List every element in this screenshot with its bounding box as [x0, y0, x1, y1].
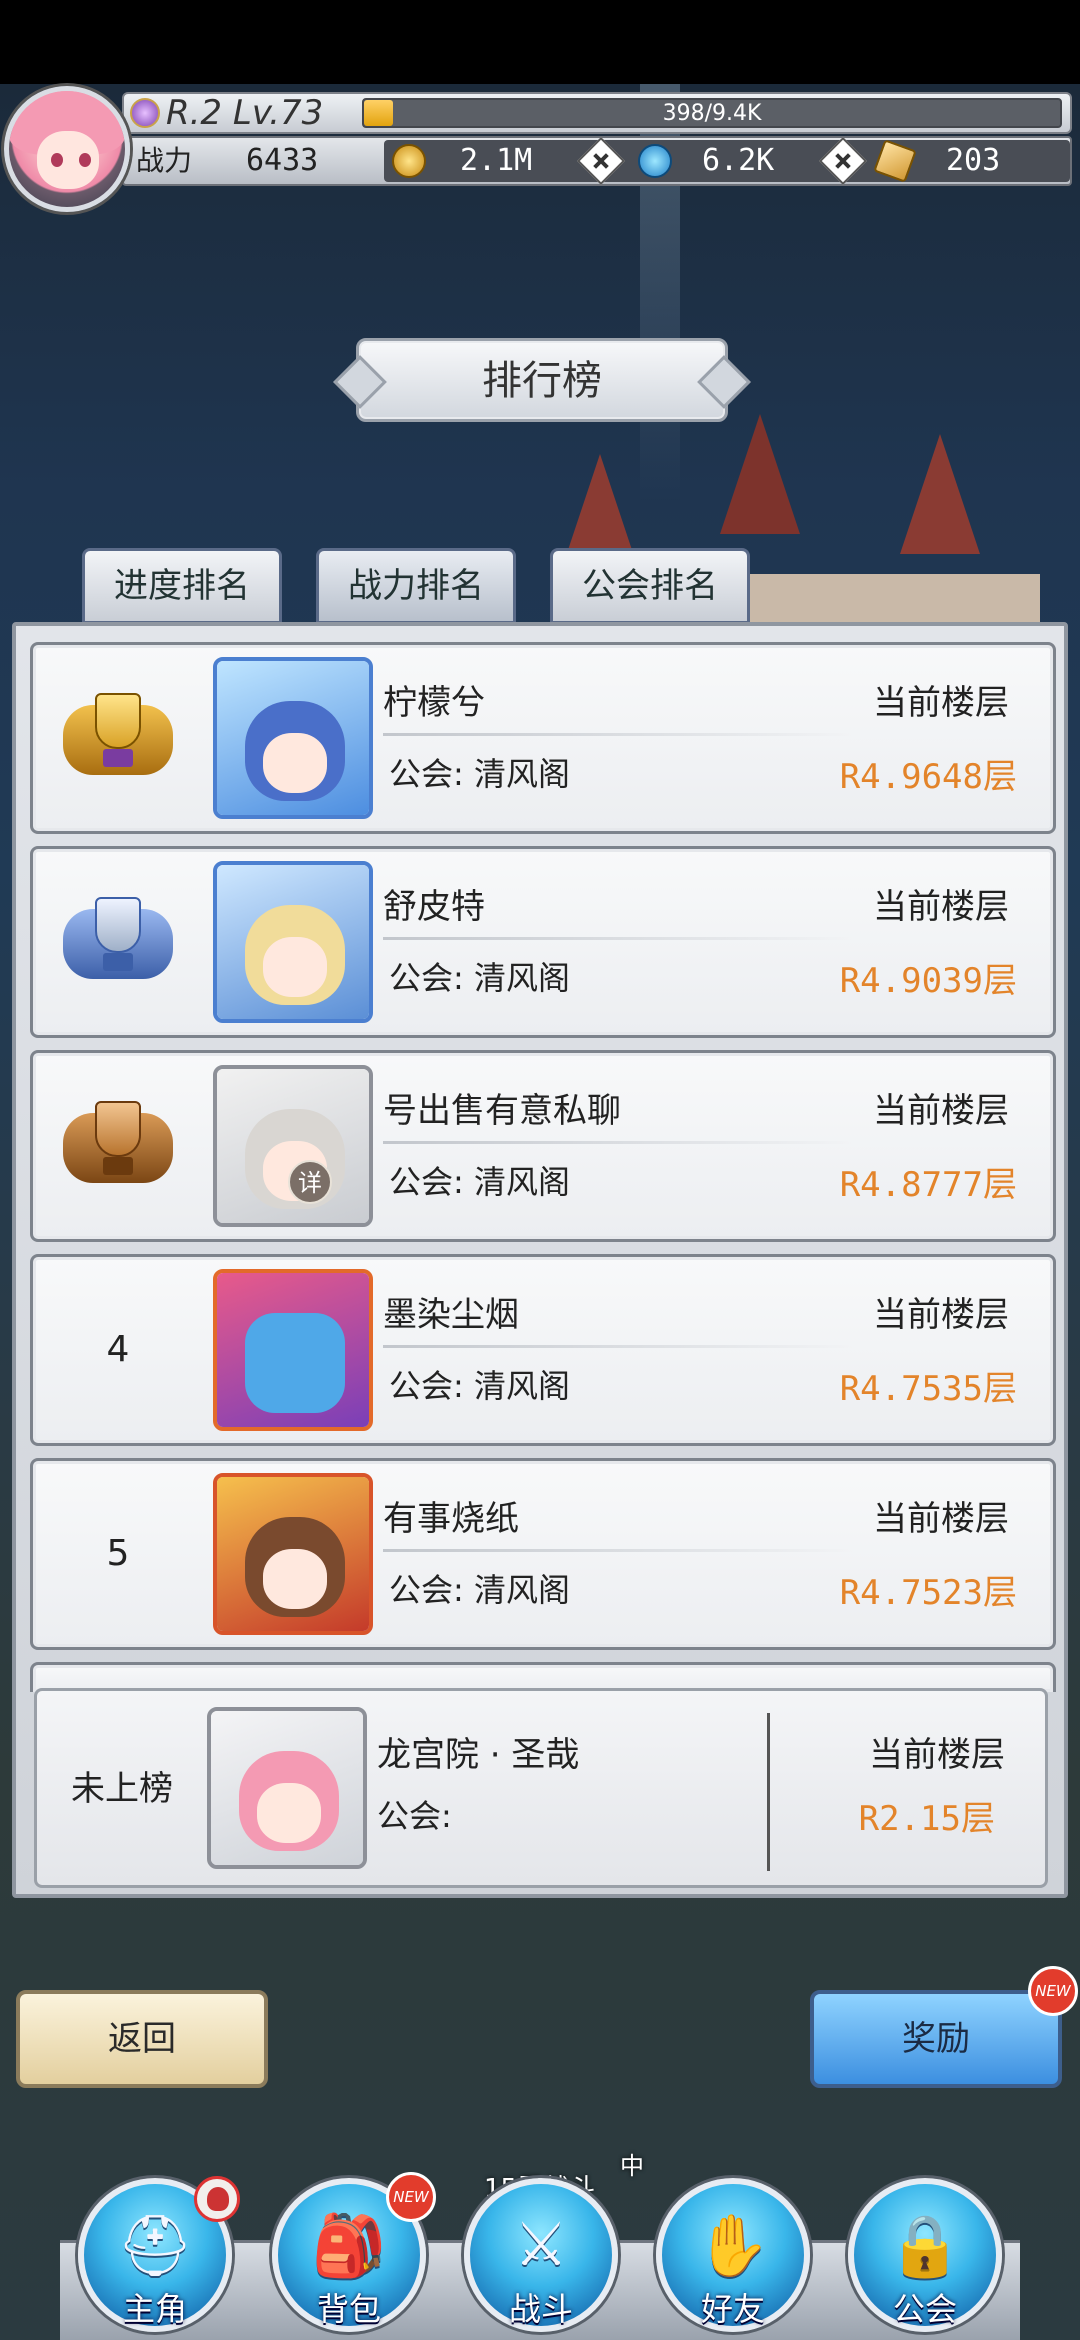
my-guild: 公会: [377, 1797, 452, 1835]
floor-label: 当前楼层 [873, 1091, 1009, 1131]
reward-new-badge: NEW [1028, 1966, 1078, 2016]
gold-trophy-icon [63, 693, 173, 783]
ranking-row[interactable]: 号出售有意私聊 公会: 清风阁 当前楼层 R4.8777层 [30, 1050, 1056, 1242]
avatar-eye [51, 153, 63, 167]
player-name: 墨染尘烟 [383, 1295, 519, 1335]
floor-value: R4.9039层 [839, 961, 1017, 1001]
tab-progress-ranking[interactable]: 进度排名 [82, 548, 282, 624]
floor-label: 当前楼层 [873, 1295, 1009, 1335]
player-portrait[interactable] [213, 1065, 373, 1227]
floor-value: R4.7535层 [839, 1369, 1017, 1409]
gold-amount: 2.1M [460, 143, 533, 178]
rank-number: 4 [106, 1329, 130, 1370]
my-name: 龙宫院 · 圣哉 [377, 1735, 580, 1775]
floor-value: R4.7523层 [839, 1573, 1017, 1613]
row-divider [383, 1141, 853, 1144]
player-portrait[interactable] [213, 1473, 373, 1635]
my-floor-value: R2.15层 [858, 1799, 995, 1839]
lock-icon: 🔒 [887, 2211, 963, 2281]
tab-power-ranking[interactable]: 战力排名 [316, 548, 516, 624]
status-bar [0, 0, 1080, 84]
player-name: 号出售有意私聊 [383, 1091, 621, 1131]
player-guild: 公会: 清风阁 [389, 755, 570, 793]
nav-friends-label: 好友 [700, 2290, 765, 2328]
my-portrait[interactable] [207, 1707, 367, 1869]
nav-battle-label: 战斗 [508, 2290, 573, 2328]
reward-button[interactable]: 奖励 [810, 1990, 1062, 2088]
player-guild: 公会: 清风阁 [389, 1571, 570, 1609]
row-divider [383, 937, 853, 940]
castle-roof [720, 414, 800, 534]
crossed-swords-icon: ⚔ [514, 2210, 568, 2280]
trophy-base [103, 1157, 133, 1175]
nav-guild-label: 公会 [892, 2290, 957, 2328]
player-level: R.2 Lv.73 [166, 93, 324, 133]
diamond-amount: 6.2K [702, 143, 775, 178]
floor-label: 当前楼层 [873, 887, 1009, 927]
row-divider [383, 733, 853, 736]
row-divider-vertical [767, 1713, 770, 1871]
player-name: 有事烧纸 [383, 1499, 519, 1539]
bronze-trophy-icon [63, 1101, 173, 1191]
title-plaque: 排行榜 [356, 338, 728, 422]
row-divider [383, 1549, 853, 1552]
trophy-base [103, 953, 133, 971]
floor-value: R4.8777层 [839, 1165, 1017, 1205]
back-button[interactable]: 返回 [16, 1990, 268, 2088]
power-value: 6433 [246, 143, 319, 178]
floor-label: 当前楼层 [873, 683, 1009, 723]
bag-new-badge: NEW [386, 2172, 436, 2222]
my-ranking-row: 未上榜 龙宫院 · 圣哉 公会: 当前楼层 R2.15层 [34, 1688, 1048, 1888]
page-title: 排行榜 [482, 358, 602, 404]
trophy-cup [95, 693, 141, 749]
ranking-row[interactable]: 5 有事烧纸 公会: 清风阁 当前楼层 R4.7523层 [30, 1458, 1056, 1650]
gold-coin-icon [392, 144, 426, 178]
ranking-row[interactable]: 柠檬兮 公会: 清风阁 当前楼层 R4.9648层 [30, 642, 1056, 834]
portrait-face [263, 1549, 327, 1609]
player-avatar[interactable] [4, 86, 130, 212]
tab-guild-ranking[interactable]: 公会排名 [550, 548, 750, 624]
battle-status-sup: 中 [620, 2152, 644, 2180]
player-portrait[interactable] [213, 1269, 373, 1431]
ranking-row[interactable]: 舒皮特 公会: 清风阁 当前楼层 R4.9039层 [30, 846, 1056, 1038]
xp-progress-bar: 398/9.4K [362, 98, 1062, 128]
player-guild: 公会: 清风阁 [389, 1367, 570, 1405]
portrait-face [263, 733, 327, 793]
trophy-cup [95, 897, 141, 953]
silver-trophy-icon [63, 897, 173, 987]
portrait-pet [245, 1313, 345, 1413]
floor-value: R4.9648层 [839, 757, 1017, 797]
portrait-face [257, 1783, 321, 1843]
diamond-icon [638, 144, 672, 178]
player-guild: 公会: 清风阁 [389, 959, 570, 997]
player-name: 柠檬兮 [383, 683, 485, 723]
castle-roof [900, 434, 980, 554]
hero-alert-icon [194, 2176, 240, 2222]
rank-number: 5 [106, 1533, 130, 1574]
player-name: 舒皮特 [383, 887, 485, 927]
nav-hero-label: 主角 [122, 2290, 187, 2328]
xp-text: 398/9.4K [662, 101, 762, 126]
my-rank-status: 未上榜 [71, 1769, 173, 1809]
power-label: 战力 [136, 144, 193, 177]
ticket-amount: 203 [946, 143, 1001, 178]
row-divider [383, 1345, 853, 1348]
player-portrait[interactable] [213, 657, 373, 819]
handshake-icon: ✋ [695, 2211, 771, 2281]
trophy-cup [95, 1101, 141, 1157]
nav-bag-label: 背包 [316, 2290, 381, 2328]
avatar-eye [79, 153, 91, 167]
ranking-row[interactable]: 4 墨染尘烟 公会: 清风阁 当前楼层 R4.7535层 [30, 1254, 1056, 1446]
rank-gem-icon [130, 98, 160, 128]
player-guild: 公会: 清风阁 [389, 1163, 570, 1201]
my-floor-label: 当前楼层 [869, 1735, 1005, 1775]
player-portrait[interactable] [213, 861, 373, 1023]
detail-button[interactable]: 详 [288, 1160, 332, 1204]
ranking-panel: 柠檬兮 公会: 清风阁 当前楼层 R4.9648层 舒皮特 公会: 清风阁 当前… [12, 622, 1068, 1898]
floor-label: 当前楼层 [873, 1499, 1009, 1539]
trophy-base [103, 749, 133, 767]
portrait-face [263, 937, 327, 997]
